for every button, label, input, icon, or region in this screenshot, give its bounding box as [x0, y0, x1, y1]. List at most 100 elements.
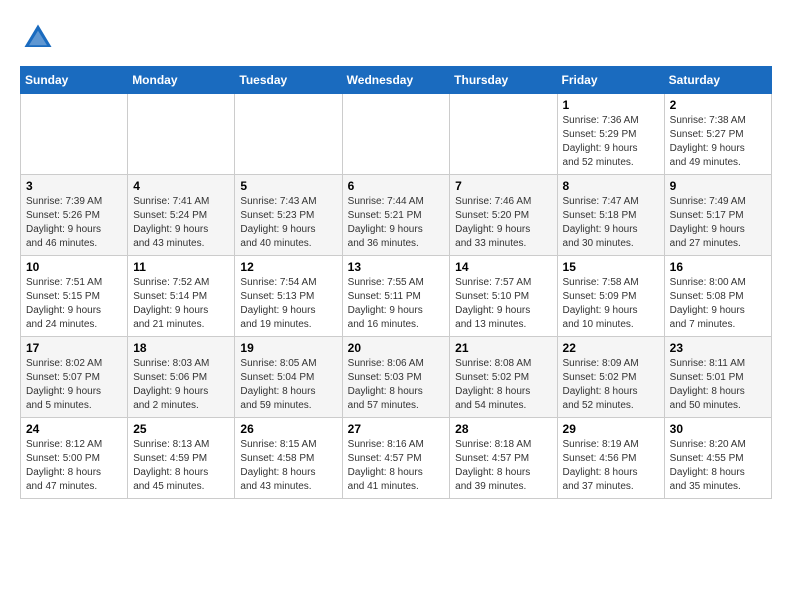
calendar-cell: 17 Sunrise: 8:02 AM Sunset: 5:07 PM Dayli…	[21, 337, 128, 418]
calendar-cell: 30Sunrise: 8:20 AM Sunset: 4:55 PM Dayli…	[664, 418, 771, 499]
day-info: Sunrise: 8:19 AM Sunset: 4:56 PM Dayligh…	[563, 438, 659, 494]
day-number: 18	[133, 341, 229, 355]
day-info: Sunrise: 8:20 AM Sunset: 4:55 PM Dayligh…	[670, 438, 766, 494]
day-number: 22	[563, 341, 659, 355]
calendar-cell: 23Sunrise: 8:11 AM Sunset: 5:01 PM Dayli…	[664, 337, 771, 418]
calendar-cell: 7 Sunrise: 7:46 AM Sunset: 5:20 PM Daylig…	[450, 175, 557, 256]
day-number: 10	[26, 260, 122, 274]
day-number: 3	[26, 179, 122, 193]
day-number: 2	[670, 98, 766, 112]
day-number: 1	[563, 98, 659, 112]
day-info: Sunrise: 8:02 AM Sunset: 5:07 PM Dayligh…	[26, 357, 122, 413]
calendar-cell: 9Sunrise: 7:49 AM Sunset: 5:17 PM Daylig…	[664, 175, 771, 256]
calendar-header-thursday: Thursday	[450, 67, 557, 94]
calendar-cell: 26Sunrise: 8:15 AM Sunset: 4:58 PM Dayli…	[235, 418, 342, 499]
calendar-header-row: SundayMondayTuesdayWednesdayThursdayFrid…	[21, 67, 772, 94]
calendar-cell	[21, 94, 128, 175]
calendar-cell: 28 Sunrise: 8:18 AM Sunset: 4:57 PM Dayli…	[450, 418, 557, 499]
calendar-week-row: 10 Sunrise: 7:51 AM Sunset: 5:15 PM Dayli…	[21, 256, 772, 337]
calendar-header-friday: Friday	[557, 67, 664, 94]
day-number: 6	[348, 179, 445, 193]
day-info: Sunrise: 8:15 AM Sunset: 4:58 PM Dayligh…	[240, 438, 336, 494]
calendar-cell: 1Sunrise: 7:36 AM Sunset: 5:29 PM Daylig…	[557, 94, 664, 175]
day-info: Sunrise: 7:52 AM Sunset: 5:14 PM Dayligh…	[133, 276, 229, 332]
day-number: 12	[240, 260, 336, 274]
calendar-cell: 27 Sunrise: 8:16 AM Sunset: 4:57 PM Dayli…	[342, 418, 450, 499]
calendar-cell: 20 Sunrise: 8:06 AM Sunset: 5:03 PM Dayli…	[342, 337, 450, 418]
calendar-week-row: 3Sunrise: 7:39 AM Sunset: 5:26 PM Daylig…	[21, 175, 772, 256]
calendar-cell: 14 Sunrise: 7:57 AM Sunset: 5:10 PM Dayli…	[450, 256, 557, 337]
day-number: 20	[348, 341, 445, 355]
day-number: 4	[133, 179, 229, 193]
day-info: Sunrise: 8:05 AM Sunset: 5:04 PM Dayligh…	[240, 357, 336, 413]
day-info: Sunrise: 8:08 AM Sunset: 5:02 PM Dayligh…	[455, 357, 551, 413]
day-info: Sunrise: 7:54 AM Sunset: 5:13 PM Dayligh…	[240, 276, 336, 332]
calendar-cell	[235, 94, 342, 175]
calendar-table: SundayMondayTuesdayWednesdayThursdayFrid…	[20, 66, 772, 499]
day-number: 21	[455, 341, 551, 355]
day-number: 19	[240, 341, 336, 355]
day-info: Sunrise: 8:03 AM Sunset: 5:06 PM Dayligh…	[133, 357, 229, 413]
day-info: Sunrise: 7:43 AM Sunset: 5:23 PM Dayligh…	[240, 195, 336, 251]
calendar-header-monday: Monday	[128, 67, 235, 94]
calendar-body: 1Sunrise: 7:36 AM Sunset: 5:29 PM Daylig…	[21, 94, 772, 499]
day-number: 11	[133, 260, 229, 274]
calendar-cell: 18 Sunrise: 8:03 AM Sunset: 5:06 PM Dayli…	[128, 337, 235, 418]
day-number: 8	[563, 179, 659, 193]
day-info: Sunrise: 8:06 AM Sunset: 5:03 PM Dayligh…	[348, 357, 445, 413]
calendar-cell: 19 Sunrise: 8:05 AM Sunset: 5:04 PM Dayli…	[235, 337, 342, 418]
calendar-cell: 11 Sunrise: 7:52 AM Sunset: 5:14 PM Dayli…	[128, 256, 235, 337]
calendar-cell	[450, 94, 557, 175]
calendar-header-tuesday: Tuesday	[235, 67, 342, 94]
day-number: 29	[563, 422, 659, 436]
day-info: Sunrise: 7:58 AM Sunset: 5:09 PM Dayligh…	[563, 276, 659, 332]
day-info: Sunrise: 7:51 AM Sunset: 5:15 PM Dayligh…	[26, 276, 122, 332]
day-info: Sunrise: 7:49 AM Sunset: 5:17 PM Dayligh…	[670, 195, 766, 251]
day-number: 14	[455, 260, 551, 274]
page-header	[20, 20, 772, 56]
day-number: 17	[26, 341, 122, 355]
calendar-cell: 22 Sunrise: 8:09 AM Sunset: 5:02 PM Dayli…	[557, 337, 664, 418]
day-info: Sunrise: 8:16 AM Sunset: 4:57 PM Dayligh…	[348, 438, 445, 494]
calendar-cell	[342, 94, 450, 175]
calendar-cell: 15 Sunrise: 7:58 AM Sunset: 5:09 PM Dayli…	[557, 256, 664, 337]
calendar-cell: 8 Sunrise: 7:47 AM Sunset: 5:18 PM Daylig…	[557, 175, 664, 256]
day-info: Sunrise: 7:41 AM Sunset: 5:24 PM Dayligh…	[133, 195, 229, 251]
day-info: Sunrise: 7:57 AM Sunset: 5:10 PM Dayligh…	[455, 276, 551, 332]
calendar-cell: 29 Sunrise: 8:19 AM Sunset: 4:56 PM Dayli…	[557, 418, 664, 499]
day-info: Sunrise: 8:11 AM Sunset: 5:01 PM Dayligh…	[670, 357, 766, 413]
logo	[20, 20, 62, 56]
calendar-header-wednesday: Wednesday	[342, 67, 450, 94]
day-info: Sunrise: 8:12 AM Sunset: 5:00 PM Dayligh…	[26, 438, 122, 494]
calendar-header-sunday: Sunday	[21, 67, 128, 94]
day-number: 16	[670, 260, 766, 274]
day-number: 28	[455, 422, 551, 436]
day-number: 5	[240, 179, 336, 193]
calendar-week-row: 1Sunrise: 7:36 AM Sunset: 5:29 PM Daylig…	[21, 94, 772, 175]
calendar-week-row: 24Sunrise: 8:12 AM Sunset: 5:00 PM Dayli…	[21, 418, 772, 499]
calendar-cell: 13 Sunrise: 7:55 AM Sunset: 5:11 PM Dayli…	[342, 256, 450, 337]
calendar-cell: 3Sunrise: 7:39 AM Sunset: 5:26 PM Daylig…	[21, 175, 128, 256]
calendar-week-row: 17 Sunrise: 8:02 AM Sunset: 5:07 PM Dayli…	[21, 337, 772, 418]
day-number: 27	[348, 422, 445, 436]
day-info: Sunrise: 7:44 AM Sunset: 5:21 PM Dayligh…	[348, 195, 445, 251]
day-number: 15	[563, 260, 659, 274]
day-info: Sunrise: 8:18 AM Sunset: 4:57 PM Dayligh…	[455, 438, 551, 494]
day-info: Sunrise: 7:46 AM Sunset: 5:20 PM Dayligh…	[455, 195, 551, 251]
calendar-cell: 5 Sunrise: 7:43 AM Sunset: 5:23 PM Daylig…	[235, 175, 342, 256]
day-info: Sunrise: 7:55 AM Sunset: 5:11 PM Dayligh…	[348, 276, 445, 332]
calendar-cell: 16Sunrise: 8:00 AM Sunset: 5:08 PM Dayli…	[664, 256, 771, 337]
logo-icon	[20, 20, 56, 56]
day-number: 13	[348, 260, 445, 274]
calendar-cell: 4 Sunrise: 7:41 AM Sunset: 5:24 PM Daylig…	[128, 175, 235, 256]
day-number: 7	[455, 179, 551, 193]
calendar-cell: 21 Sunrise: 8:08 AM Sunset: 5:02 PM Dayli…	[450, 337, 557, 418]
day-info: Sunrise: 7:38 AM Sunset: 5:27 PM Dayligh…	[670, 114, 766, 170]
day-info: Sunrise: 7:47 AM Sunset: 5:18 PM Dayligh…	[563, 195, 659, 251]
day-info: Sunrise: 8:09 AM Sunset: 5:02 PM Dayligh…	[563, 357, 659, 413]
calendar-cell: 12 Sunrise: 7:54 AM Sunset: 5:13 PM Dayli…	[235, 256, 342, 337]
calendar-cell: 6 Sunrise: 7:44 AM Sunset: 5:21 PM Daylig…	[342, 175, 450, 256]
calendar-header-saturday: Saturday	[664, 67, 771, 94]
calendar-cell: 2 Sunrise: 7:38 AM Sunset: 5:27 PM Daylig…	[664, 94, 771, 175]
day-number: 25	[133, 422, 229, 436]
